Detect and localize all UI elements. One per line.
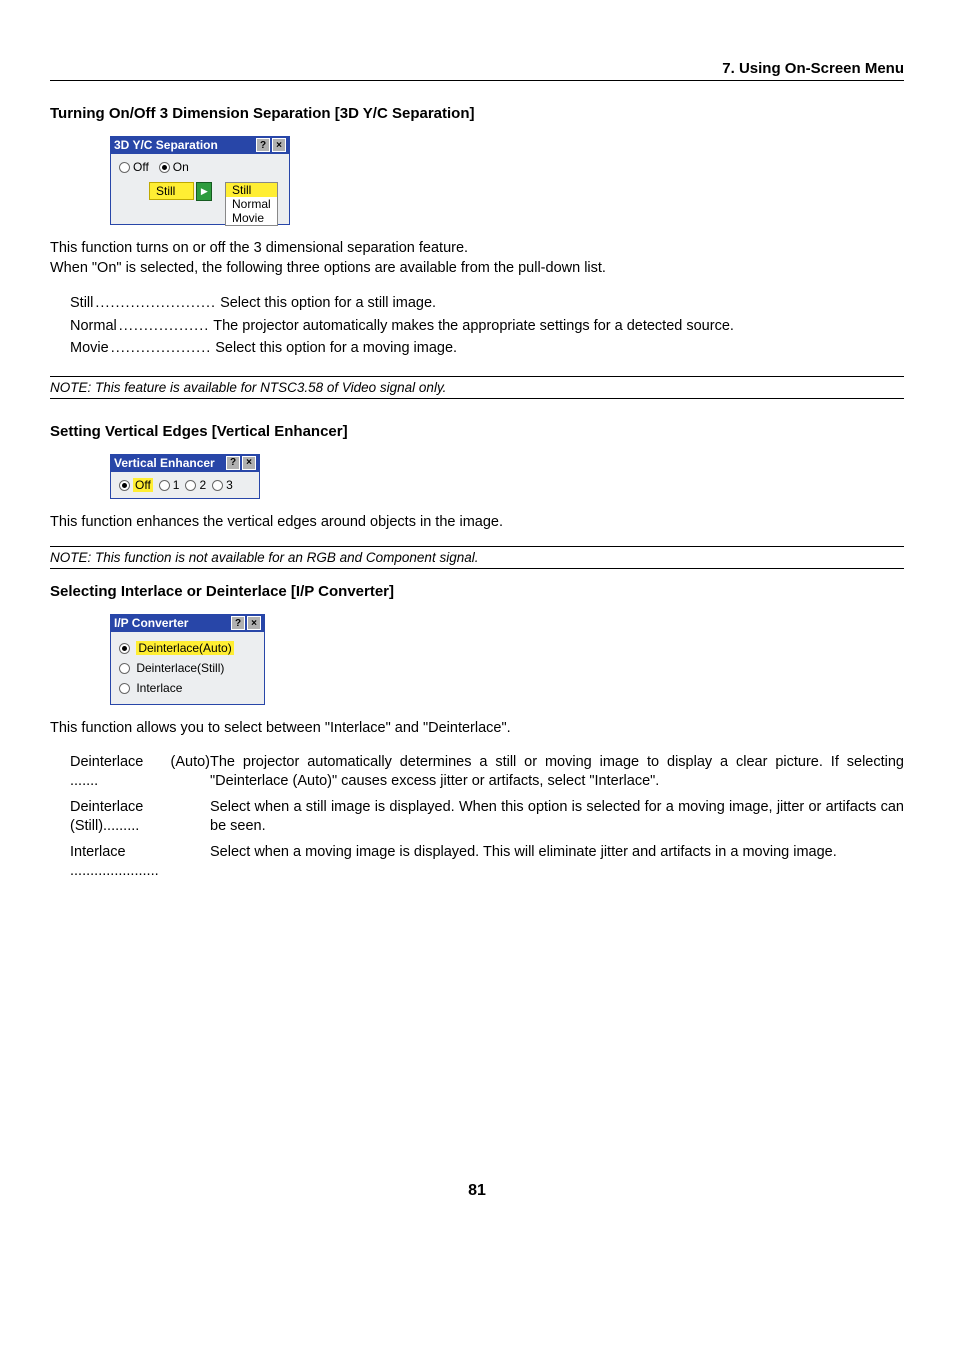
help-icon[interactable]: ? (256, 138, 270, 152)
opt-normal-row: Normal .................. The projector … (70, 315, 904, 337)
ui-3d-titlebar-icons: ? × (256, 138, 286, 152)
help-icon[interactable]: ? (226, 456, 240, 470)
dropdown-opt-movie[interactable]: Movie (226, 211, 277, 225)
ui-ip-titlebar-icons: ? × (231, 616, 261, 630)
ui-ip-title-bar: I/P Converter ? × (110, 614, 265, 632)
sec1-body2: When "On" is selected, the following thr… (50, 260, 606, 276)
ui-3d-combo: Still ▶ Still Normal Movie (149, 182, 281, 201)
ui-3d-title-text: 3D Y/C Separation (114, 138, 218, 152)
radio-on[interactable]: On (159, 160, 189, 174)
ui-3d-body: Off On Still ▶ Still Normal Movie (110, 154, 290, 225)
ve-radio-1[interactable]: 1 (159, 478, 180, 492)
ui-ip-title-text: I/P Converter (114, 616, 188, 630)
sec3-body1: This function allows you to select betwe… (50, 719, 904, 739)
ui-3d-title-bar: 3D Y/C Separation ? × (110, 136, 290, 154)
sec2-body1: This function enhances the vertical edge… (50, 513, 904, 533)
ve-radio-3[interactable]: 3 (212, 478, 233, 492)
help-icon[interactable]: ? (231, 616, 245, 630)
section1-heading: Turning On/Off 3 Dimension Separation [3… (50, 105, 904, 122)
chevron-right-icon[interactable]: ▶ (196, 182, 212, 201)
section2-heading: Setting Vertical Edges [Vertical Enhance… (50, 423, 904, 440)
sec1-note: NOTE: This feature is available for NTSC… (50, 376, 904, 399)
ui-vertical-enhancer: Vertical Enhancer ? × Off 1 2 3 (110, 454, 260, 499)
page-container: 7. Using On-Screen Menu Turning On/Off 3… (0, 0, 954, 1240)
ui-ve-title-bar: Vertical Enhancer ? × (110, 454, 260, 472)
close-icon[interactable]: × (242, 456, 256, 470)
def-still-text: Select when a still image is displayed. … (210, 798, 904, 837)
sec1-body1: This function turns on or off the 3 dime… (50, 240, 468, 256)
def-inter-text: Select when a moving image is displayed.… (210, 843, 904, 882)
opt-normal-dots: .................. (119, 315, 210, 337)
close-icon[interactable]: × (247, 616, 261, 630)
ui-ve-radio-row: Off 1 2 3 (119, 478, 251, 492)
radio-off[interactable]: Off (119, 160, 149, 174)
opt-still-label: Still (70, 292, 93, 314)
chapter-number: 7. (722, 60, 735, 77)
close-icon[interactable]: × (272, 138, 286, 152)
sec2-note: NOTE: This function is not available for… (50, 546, 904, 569)
def-still-dots: ......... (103, 818, 139, 834)
ui-3d-yc-separation: 3D Y/C Separation ? × Off On Still ▶ Sti… (110, 136, 290, 225)
def-auto-label: Deinterlace (Auto) (70, 754, 210, 770)
opt-normal-label: Normal (70, 315, 117, 337)
opt-still-desc: Select this option for a still image. (220, 292, 436, 314)
ui-ip-converter: I/P Converter ? × Deinterlace(Auto) Dein… (110, 614, 265, 705)
ui-3d-combo-field[interactable]: Still (149, 182, 194, 200)
ip-radio-interlace[interactable]: Interlace (119, 678, 256, 698)
ui-ve-title-text: Vertical Enhancer (114, 456, 215, 470)
def-inter-dots: ...................... (70, 863, 159, 879)
section3-heading: Selecting Interlace or Deinterlace [I/P … (50, 583, 904, 600)
def-auto-text: The projector automatically determines a… (210, 753, 904, 792)
sec1-body: This function turns on or off the 3 dime… (50, 239, 904, 278)
ip-radio-auto[interactable]: Deinterlace(Auto) (119, 638, 256, 658)
opt-still-row: Still ........................ Select th… (70, 292, 904, 314)
ui-ve-titlebar-icons: ? × (226, 456, 256, 470)
ui-ip-body: Deinterlace(Auto) Deinterlace(Still) Int… (110, 632, 265, 705)
ve-radio-off[interactable]: Off (119, 478, 153, 492)
sec3-definitions: Deinterlace (Auto) ....... The projector… (50, 753, 904, 882)
chapter-title: Using On-Screen Menu (739, 60, 904, 77)
dropdown-opt-still[interactable]: Still (226, 183, 277, 197)
opt-movie-label: Movie (70, 337, 109, 359)
def-inter-row: Interlace ...................... Select … (70, 843, 904, 882)
opt-normal-desc: The projector automatically makes the ap… (213, 315, 734, 337)
def-still-row: Deinterlace (Still)......... Select when… (70, 798, 904, 837)
opt-movie-row: Movie .................... Select this o… (70, 337, 904, 359)
opt-movie-desc: Select this option for a moving image. (215, 337, 457, 359)
opt-still-dots: ........................ (95, 292, 216, 314)
ip-radio-still[interactable]: Deinterlace(Still) (119, 658, 256, 678)
ui-3d-radio-row: Off On (119, 160, 281, 174)
ve-radio-2[interactable]: 2 (185, 478, 206, 492)
sec1-options: Still ........................ Select th… (50, 292, 904, 359)
page-number: 81 (50, 1182, 904, 1200)
def-inter-label: Interlace (70, 844, 126, 860)
def-auto-dots: ....... (70, 773, 98, 789)
dropdown-opt-normal[interactable]: Normal (226, 197, 277, 211)
ui-ve-body: Off 1 2 3 (110, 472, 260, 499)
def-auto-row: Deinterlace (Auto) ....... The projector… (70, 753, 904, 792)
chapter-header: 7. Using On-Screen Menu (50, 60, 904, 81)
opt-movie-dots: .................... (111, 337, 212, 359)
ui-3d-combo-dropdown: Still Normal Movie (225, 182, 278, 226)
